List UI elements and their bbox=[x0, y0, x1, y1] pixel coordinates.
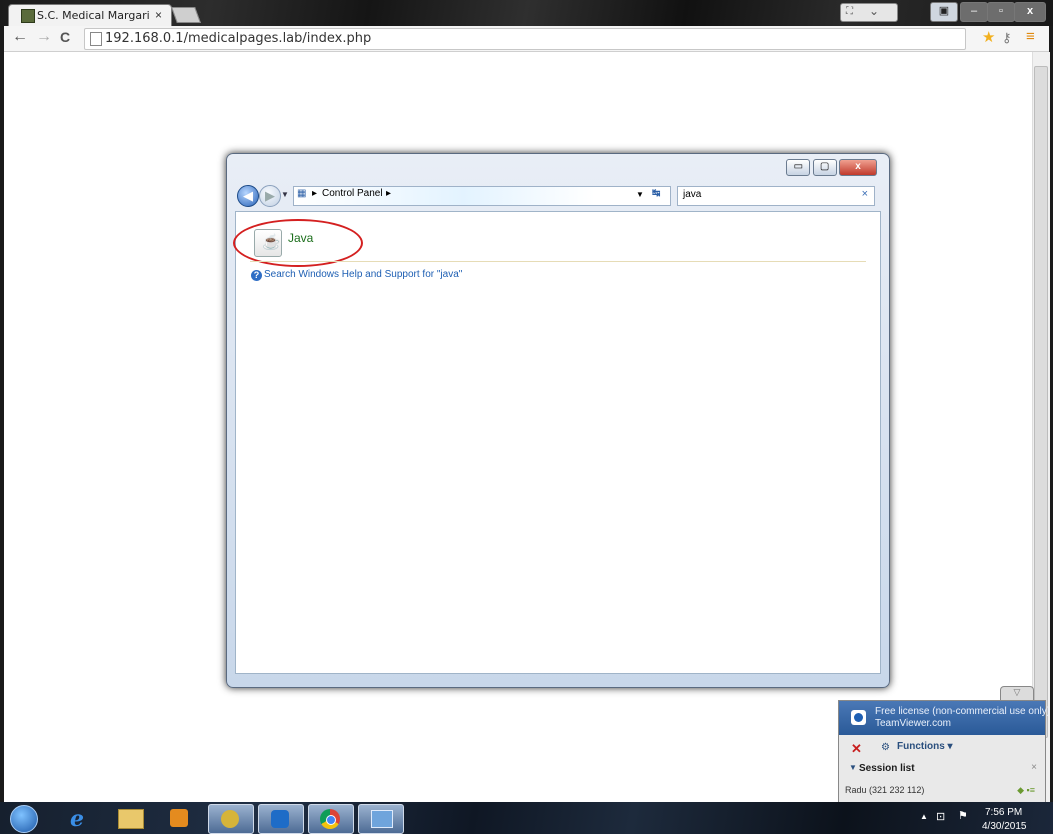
back-button[interactable]: ← bbox=[12, 28, 28, 46]
session-expand-icon[interactable]: ▼ bbox=[849, 763, 857, 772]
breadcrumb-control-panel[interactable]: Control Panel bbox=[322, 188, 383, 199]
annotation-circle bbox=[233, 219, 363, 267]
back-arrow-icon[interactable]: ◀ bbox=[237, 185, 259, 207]
search-input[interactable]: java bbox=[683, 189, 701, 200]
chevron-down-icon[interactable]: ⌄ bbox=[869, 4, 879, 18]
reload-button[interactable]: C bbox=[60, 29, 70, 45]
forward-button[interactable]: → bbox=[36, 28, 52, 46]
browser-tab[interactable]: S.C. Medical Margarit S.R.L × bbox=[8, 4, 172, 27]
teamviewer-header: Free license (non-commercial use only) T… bbox=[839, 701, 1050, 735]
taskbar-ie-icon[interactable]: e bbox=[58, 804, 102, 832]
tab-close-icon[interactable]: × bbox=[155, 8, 162, 22]
explorer-navbar: ◀ ▶ ▼ ▦ ▸ Control Panel ▸ ▼ ↹ java × bbox=[237, 184, 877, 208]
explorer-address-bar[interactable]: ▦ ▸ Control Panel ▸ ▼ ↹ bbox=[293, 186, 671, 206]
minimize-button[interactable]: – bbox=[960, 2, 988, 22]
cp-maximize-button[interactable]: ▢ bbox=[812, 159, 837, 176]
results-divider bbox=[250, 261, 866, 262]
maximize-button[interactable]: ▫ bbox=[987, 2, 1015, 22]
session-list-close-icon[interactable]: × bbox=[1031, 762, 1037, 773]
search-clear-icon[interactable]: × bbox=[862, 188, 868, 200]
cp-close-button[interactable]: x bbox=[839, 159, 877, 176]
teamviewer-panel: Free license (non-commercial use only) T… bbox=[838, 700, 1050, 805]
control-panel-window: ▭ ▢ x ◀ ▶ ▼ ▦ ▸ Control Panel ▸ ▼ ↹ java… bbox=[226, 153, 890, 688]
taskbar-app-coins-icon[interactable] bbox=[208, 804, 254, 834]
scrollbar-thumb[interactable] bbox=[1034, 66, 1048, 738]
windows-help-link[interactable]: Search Windows Help and Support for "jav… bbox=[264, 269, 462, 280]
help-icon: ? bbox=[251, 270, 262, 281]
teamviewer-license-text: Free license (non-commercial use only) bbox=[875, 706, 1051, 717]
taskbar-explorer-icon[interactable] bbox=[108, 804, 152, 832]
functions-icon: ⚙ bbox=[881, 742, 890, 753]
site-favicon bbox=[21, 9, 35, 23]
control-panel-icon: ▦ bbox=[297, 188, 307, 199]
taskbar-media-player-icon[interactable] bbox=[158, 804, 202, 832]
teamviewer-logo-icon bbox=[851, 710, 866, 725]
breadcrumb-sep: ▸ bbox=[312, 188, 318, 199]
teamviewer-functions-menu[interactable]: Functions ▾ bbox=[897, 741, 953, 752]
page-icon bbox=[90, 32, 102, 46]
taskbar-teamviewer-icon[interactable] bbox=[258, 804, 304, 834]
cp-minimize-button[interactable]: ▭ bbox=[786, 159, 811, 176]
breadcrumb-sep-2[interactable]: ▸ bbox=[386, 188, 391, 199]
fullscreen-icon[interactable]: ⛶ bbox=[846, 6, 853, 17]
session-options-icon[interactable]: ◆ ▪≡ bbox=[1017, 785, 1035, 796]
address-url[interactable]: 192.168.0.1/medicalpages.lab/index.php bbox=[105, 31, 371, 46]
history-dropdown-icon[interactable]: ▼ bbox=[281, 190, 289, 199]
browser-toolbar: ← → C 192.168.0.1/medicalpages.lab/index… bbox=[4, 26, 1049, 52]
windows-taskbar: e ▲ ⊡ ⚑ bbox=[0, 802, 1053, 834]
taskbar-control-panel-icon[interactable] bbox=[358, 804, 404, 834]
tray-network-icon[interactable]: ⊡ bbox=[936, 810, 945, 823]
caption-buttons: ▭ ▢ x bbox=[786, 158, 877, 176]
clock-time[interactable]: 7:56 PM bbox=[985, 807, 1022, 818]
taskbar-chrome-icon[interactable] bbox=[308, 804, 354, 834]
forward-arrow-icon[interactable]: ▶ bbox=[259, 185, 281, 207]
close-button[interactable]: x bbox=[1014, 2, 1046, 22]
tray-flag-icon[interactable]: ⚑ bbox=[958, 809, 968, 822]
teamviewer-close-icon[interactable]: ✕ bbox=[851, 741, 862, 757]
address-dropdown-icon[interactable]: ▼ bbox=[636, 190, 644, 199]
tray-expand-icon[interactable]: ▲ bbox=[920, 812, 928, 821]
refresh-icon[interactable]: ↹ bbox=[652, 188, 660, 199]
bookmark-star-icon[interactable]: ★ bbox=[982, 28, 995, 46]
clock-date[interactable]: 4/30/2015 bbox=[982, 821, 1027, 832]
menu-icon[interactable]: ≡ bbox=[1026, 28, 1035, 45]
session-list-header[interactable]: Session list bbox=[859, 763, 915, 774]
address-bar[interactable]: 192.168.0.1/medicalpages.lab/index.php bbox=[84, 28, 966, 50]
start-button[interactable] bbox=[10, 805, 38, 833]
profile-button[interactable]: ▣ bbox=[930, 2, 958, 22]
extension-buttons[interactable]: ⛶ ⌄ bbox=[840, 3, 898, 22]
session-item[interactable]: Radu (321 232 112) bbox=[845, 785, 924, 795]
search-results-pane: ☕ Java ? Search Windows Help and Support… bbox=[233, 211, 881, 674]
teamviewer-site-text[interactable]: TeamViewer.com bbox=[875, 718, 951, 729]
key-icon[interactable]: ⚷ bbox=[1002, 30, 1012, 46]
tab-title: S.C. Medical Margarit S.R.L bbox=[37, 9, 149, 22]
search-box[interactable]: java × bbox=[677, 186, 875, 206]
